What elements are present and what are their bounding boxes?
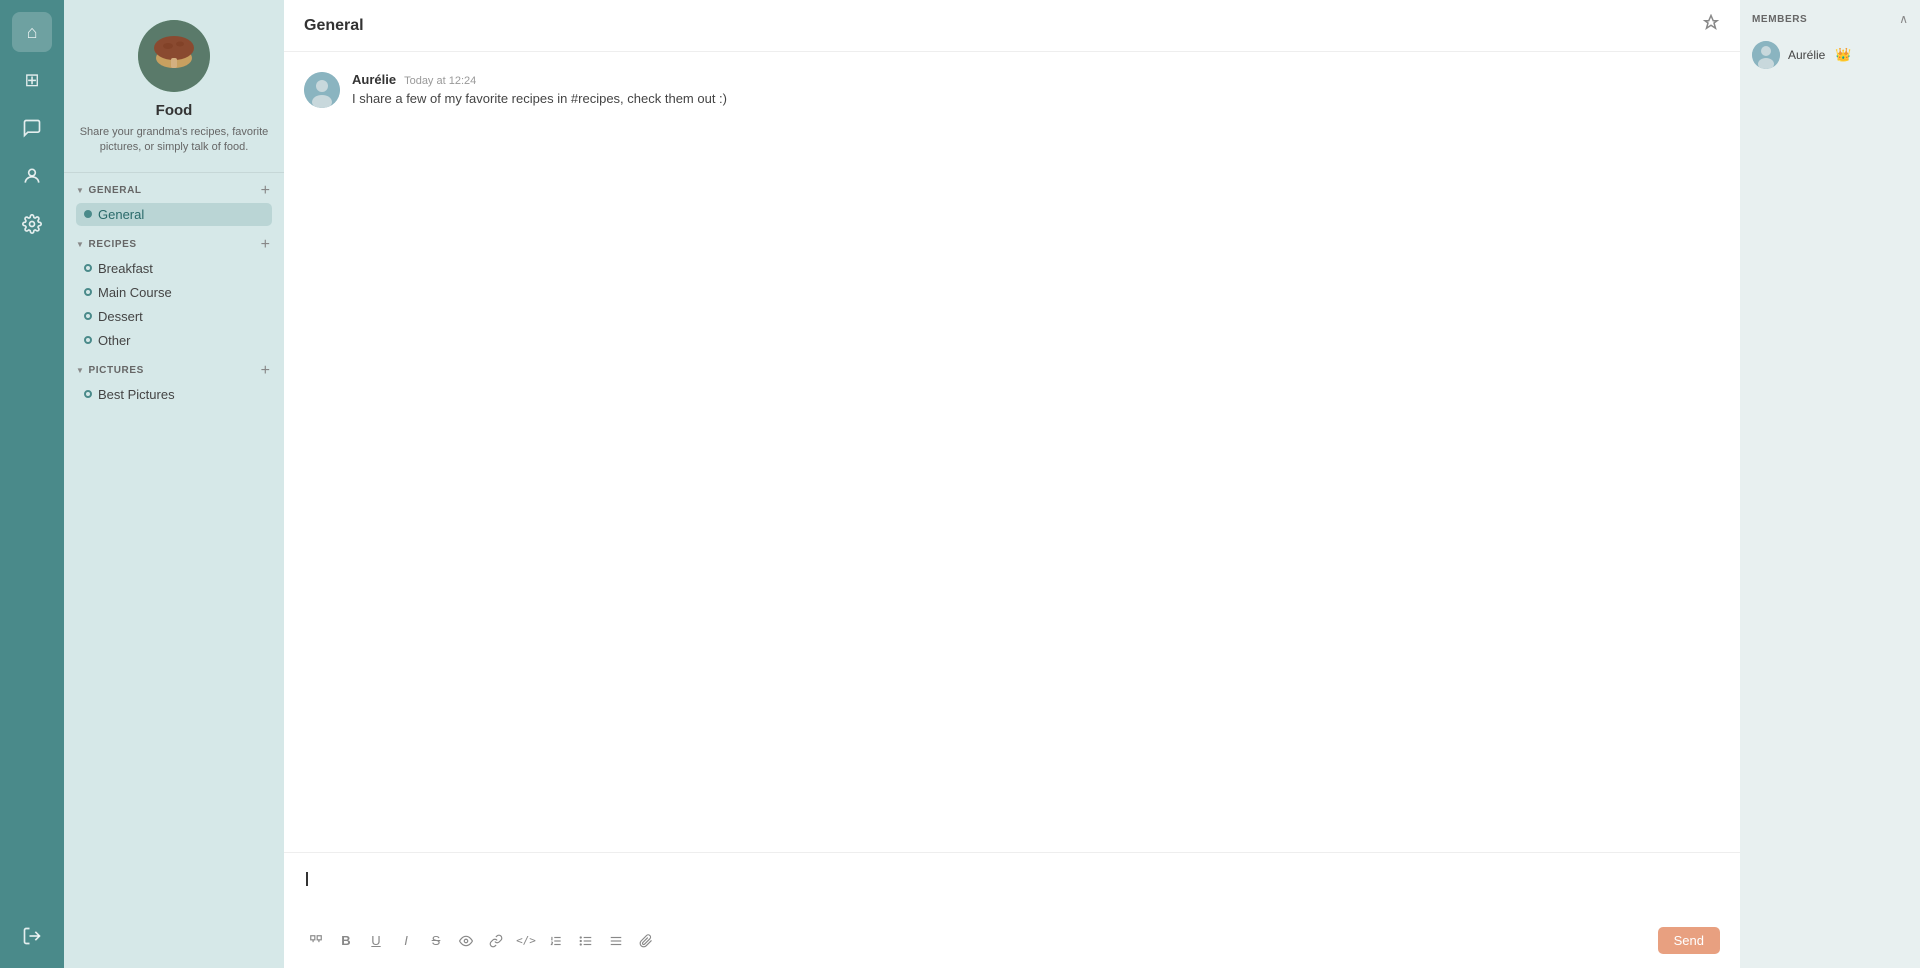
community-desc: Share your grandma's recipes, favorite p…	[76, 125, 272, 156]
general-section-title[interactable]: ▼ GENERAL	[76, 185, 142, 196]
editor-area: B U I S </>	[284, 852, 1740, 968]
indent-icon[interactable]	[604, 929, 628, 953]
sidebar-header: Food Share your grandma's recipes, favor…	[64, 0, 284, 173]
home-icon[interactable]: ⌂	[12, 12, 52, 52]
channel-dot-dessert	[84, 312, 92, 320]
channel-title: General	[304, 17, 364, 35]
recipes-toggle: ▼	[76, 240, 85, 249]
channel-dot-best-pictures	[84, 390, 92, 398]
messages-area: Aurélie Today at 12:24 I share a few of …	[284, 52, 1740, 852]
code-icon[interactable]: </>	[514, 929, 538, 953]
crown-icon: 👑	[1835, 47, 1851, 63]
community-name: Food	[156, 102, 193, 119]
sidebar: Food Share your grandma's recipes, favor…	[64, 0, 284, 968]
channel-dot-breakfast	[84, 264, 92, 272]
ordered-list-icon[interactable]	[544, 929, 568, 953]
member-item-aurelie[interactable]: Aurélie 👑	[1752, 38, 1908, 72]
pictures-section-title[interactable]: ▼ PICTURES	[76, 365, 144, 376]
pin-icon[interactable]	[1702, 14, 1720, 37]
editor-toolbar: B U I S </>	[304, 927, 1720, 954]
bold-icon[interactable]: B	[334, 929, 358, 953]
nav-bar: ⌂ ⊞	[0, 0, 64, 968]
channel-item-general[interactable]: General	[76, 203, 272, 226]
general-add-button[interactable]: +	[259, 183, 272, 199]
unordered-list-icon[interactable]	[574, 929, 598, 953]
members-title: MEMBERS	[1752, 14, 1807, 25]
main-content: General Aurélie Today at 12:24 I shar	[284, 0, 1740, 968]
member-name-aurelie: Aurélie	[1788, 48, 1825, 62]
logout-icon[interactable]	[12, 916, 52, 956]
community-avatar	[138, 20, 210, 92]
member-avatar-aurelie	[1752, 41, 1780, 69]
right-panel: MEMBERS ∧ Aurélie 👑	[1740, 0, 1920, 968]
channel-item-other[interactable]: Other	[76, 329, 272, 352]
block-quote-icon[interactable]	[304, 929, 328, 953]
send-button[interactable]: Send	[1658, 927, 1720, 954]
general-section: ▼ GENERAL + General	[64, 173, 284, 227]
members-header: MEMBERS ∧	[1752, 12, 1908, 26]
channel-dot-other	[84, 336, 92, 344]
attachment-icon[interactable]	[634, 929, 658, 953]
members-collapse-button[interactable]: ∧	[1899, 12, 1908, 26]
message-text: I share a few of my favorite recipes in …	[352, 89, 727, 109]
recipes-add-button[interactable]: +	[259, 237, 272, 253]
channel-dot-main-course	[84, 288, 92, 296]
channel-header: General	[284, 0, 1740, 52]
italic-icon[interactable]: I	[394, 929, 418, 953]
channel-item-best-pictures[interactable]: Best Pictures	[76, 383, 272, 406]
link-icon[interactable]	[484, 929, 508, 953]
channel-item-breakfast[interactable]: Breakfast	[76, 257, 272, 280]
message-item: Aurélie Today at 12:24 I share a few of …	[304, 72, 1720, 109]
message-author: Aurélie	[352, 72, 396, 87]
general-toggle: ▼	[76, 186, 85, 195]
grid-icon[interactable]: ⊞	[12, 60, 52, 100]
settings-icon[interactable]	[12, 204, 52, 244]
channel-item-dessert[interactable]: Dessert	[76, 305, 272, 328]
underline-icon[interactable]: U	[364, 929, 388, 953]
message-avatar	[304, 72, 340, 108]
user-icon[interactable]	[12, 156, 52, 196]
chat-icon[interactable]	[12, 108, 52, 148]
pictures-add-button[interactable]: +	[259, 363, 272, 379]
recipes-section-title[interactable]: ▼ RECIPES	[76, 239, 137, 250]
channel-item-main-course[interactable]: Main Course	[76, 281, 272, 304]
pictures-section: ▼ PICTURES + Best Pictures	[64, 353, 284, 407]
toolbar-icons: B U I S </>	[304, 929, 658, 953]
message-input[interactable]	[304, 863, 1720, 923]
message-meta: Aurélie Today at 12:24	[352, 72, 727, 87]
channel-dot-general	[84, 210, 92, 218]
recipes-section: ▼ RECIPES + Breakfast Main Course Desser…	[64, 227, 284, 353]
spoiler-icon[interactable]	[454, 929, 478, 953]
pictures-toggle: ▼	[76, 366, 85, 375]
message-body: Aurélie Today at 12:24 I share a few of …	[352, 72, 727, 109]
strikethrough-icon[interactable]: S	[424, 929, 448, 953]
message-time: Today at 12:24	[404, 75, 476, 87]
